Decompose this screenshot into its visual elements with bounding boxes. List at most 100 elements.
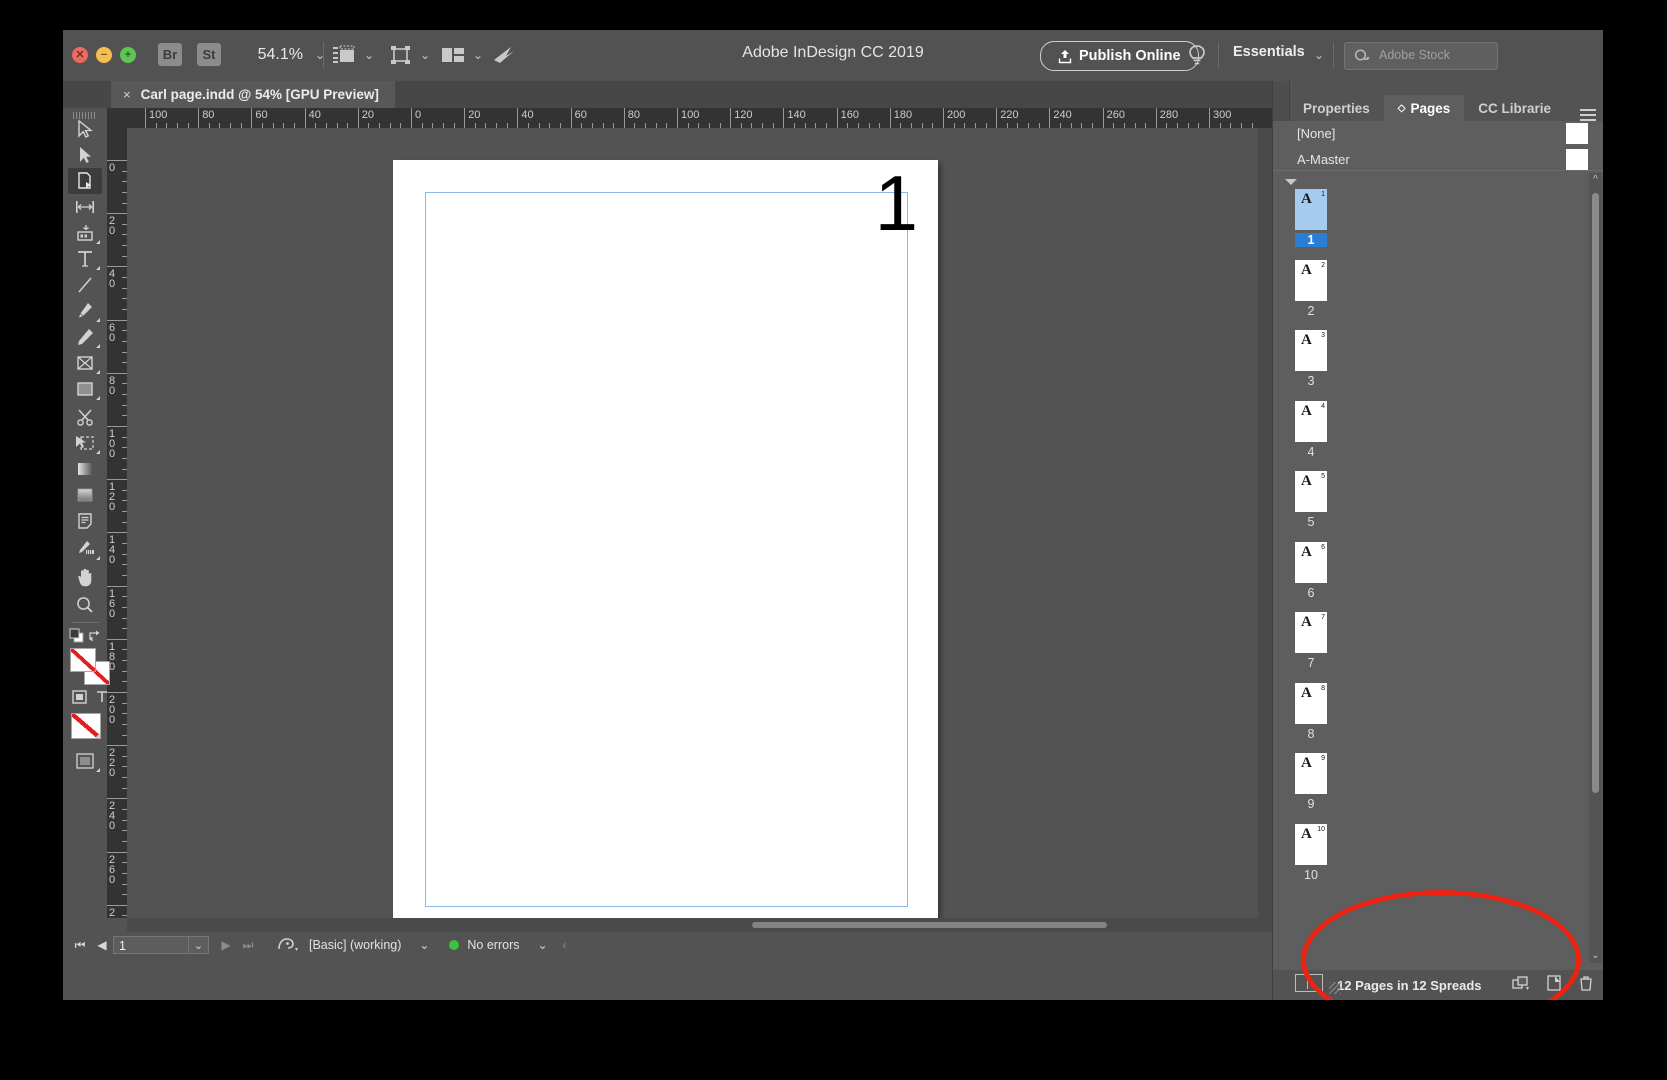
master-item-none[interactable]: [None] bbox=[1273, 121, 1603, 146]
first-page-button[interactable]: ⏮ bbox=[69, 938, 91, 953]
workspace-selector[interactable]: Essentials bbox=[1233, 44, 1305, 60]
tab-properties[interactable]: Properties bbox=[1289, 95, 1384, 121]
apply-none-swatch[interactable] bbox=[71, 713, 101, 739]
ruler-tick-label: 20 bbox=[468, 109, 480, 121]
scroll-up-icon[interactable]: ^ bbox=[1589, 173, 1602, 187]
page-thumbnail[interactable]: A7 bbox=[1295, 612, 1327, 653]
adobe-stock-search[interactable]: Adobe Stock bbox=[1344, 42, 1498, 70]
last-page-button[interactable]: ⏭ bbox=[237, 938, 259, 953]
page-list-item[interactable]: A5 bbox=[1295, 471, 1327, 512]
fill-swatch[interactable] bbox=[70, 648, 96, 672]
document-tab[interactable]: × Carl page.indd @ 54% [GPU Preview] bbox=[111, 81, 395, 108]
page-number-label[interactable]: 7 bbox=[1295, 656, 1327, 670]
zoom-tool[interactable] bbox=[68, 592, 102, 618]
page-list-item[interactable]: A9 bbox=[1295, 753, 1327, 794]
type-tool[interactable] bbox=[68, 246, 102, 272]
page-list-item[interactable]: A10 bbox=[1295, 824, 1327, 865]
workspace-chevron-down-icon[interactable]: ⌄ bbox=[1310, 44, 1328, 66]
next-page-button[interactable]: ▶ bbox=[215, 938, 237, 952]
page-tool[interactable] bbox=[68, 168, 102, 194]
hand-tool[interactable] bbox=[68, 564, 102, 590]
scrollbar-thumb[interactable] bbox=[1592, 193, 1599, 793]
page-list-item[interactable]: A3 bbox=[1295, 330, 1327, 371]
canvas-horizontal-scrollbar[interactable] bbox=[127, 918, 1272, 932]
page-thumbnail[interactable]: A1 bbox=[1295, 189, 1327, 230]
page-number-label[interactable]: 8 bbox=[1295, 727, 1327, 741]
tab-cc-libraries[interactable]: CC Librarie bbox=[1464, 95, 1565, 121]
line-tool[interactable] bbox=[68, 272, 102, 298]
preflight-profile-label[interactable]: [Basic] (working) bbox=[309, 938, 401, 952]
page-number-chevron-down-icon[interactable]: ⌄ bbox=[189, 936, 209, 954]
page-thumbnail[interactable]: A2 bbox=[1295, 260, 1327, 301]
preflight-profile-icon[interactable] bbox=[275, 935, 301, 955]
formatting-affects-container-icon[interactable] bbox=[71, 689, 89, 705]
previous-page-button[interactable]: ◀ bbox=[91, 938, 113, 952]
document-page[interactable]: 1 bbox=[393, 160, 938, 918]
page-number-label[interactable]: 5 bbox=[1295, 515, 1327, 529]
page-number-label[interactable]: 2 bbox=[1295, 304, 1327, 318]
screen-mode-tool[interactable] bbox=[68, 748, 102, 774]
page-list-item[interactable]: A2 bbox=[1295, 260, 1327, 301]
fill-stroke-swatches[interactable] bbox=[70, 648, 106, 684]
page-thumbnail[interactable]: A6 bbox=[1295, 542, 1327, 583]
pages-panel-scrollbar[interactable]: ^ ⌄ bbox=[1589, 173, 1602, 963]
scrollbar-thumb[interactable] bbox=[752, 922, 1107, 928]
page-list-item[interactable]: A1 bbox=[1295, 189, 1327, 230]
frame-tool[interactable] bbox=[68, 350, 102, 376]
page-thumbnail[interactable]: A3 bbox=[1295, 330, 1327, 371]
page-thumbnail[interactable]: A10 bbox=[1295, 824, 1327, 865]
page-thumbnail[interactable]: A9 bbox=[1295, 753, 1327, 794]
scroll-down-icon[interactable]: ⌄ bbox=[1589, 949, 1602, 963]
scissors-tool[interactable] bbox=[68, 404, 102, 430]
direct-selection-tool[interactable] bbox=[68, 142, 102, 168]
content-collector-tool[interactable] bbox=[68, 220, 102, 246]
search-help-bulb-icon[interactable] bbox=[1186, 43, 1208, 69]
page-number-label[interactable]: 1 bbox=[1295, 233, 1327, 247]
horizontal-ruler[interactable]: 1008060402002040608010012014016018020022… bbox=[127, 108, 1272, 129]
gradient-feather-tool[interactable] bbox=[68, 482, 102, 508]
page-list-item[interactable]: A7 bbox=[1295, 612, 1327, 653]
vertical-ruler[interactable]: 020406080100120140160180200220240260280 bbox=[107, 128, 128, 918]
page-list-item[interactable]: A4 bbox=[1295, 401, 1327, 442]
eyedropper-tool[interactable] bbox=[68, 536, 102, 562]
master-thumbnail[interactable] bbox=[1566, 149, 1588, 170]
pencil-tool[interactable] bbox=[68, 324, 102, 350]
pages-list[interactable]: A1 1 A2 2 A3 3 A4 4 A5 5 A6 6 A7 7 A8 8 A9 9 A10 10 bbox=[1273, 171, 1603, 976]
selection-tool[interactable] bbox=[68, 116, 102, 142]
pen-tool[interactable] bbox=[68, 298, 102, 324]
spread-view-toggle-icon[interactable] bbox=[1295, 974, 1323, 992]
gradient-swatch-tool[interactable] bbox=[68, 456, 102, 482]
panel-resize-grip[interactable] bbox=[1329, 982, 1341, 994]
page-number-label[interactable]: 10 bbox=[1295, 868, 1327, 882]
default-fill-stroke-icon[interactable] bbox=[69, 628, 85, 644]
master-thumbnail[interactable] bbox=[1566, 123, 1588, 144]
publish-online-button[interactable]: Publish Online bbox=[1040, 41, 1199, 71]
gap-tool[interactable] bbox=[68, 194, 102, 220]
page-number-label[interactable]: 4 bbox=[1295, 445, 1327, 459]
delete-page-icon[interactable] bbox=[1578, 975, 1594, 991]
new-page-icon[interactable] bbox=[1546, 975, 1562, 991]
page-thumbnail[interactable]: A4 bbox=[1295, 401, 1327, 442]
page-number-label[interactable]: 9 bbox=[1295, 797, 1327, 811]
preflight-profile-chevron-down-icon[interactable]: ⌄ bbox=[413, 938, 435, 952]
swap-fill-stroke-icon[interactable] bbox=[88, 629, 102, 643]
free-transform-tool[interactable] bbox=[68, 430, 102, 456]
canvas-vertical-scrollbar[interactable] bbox=[1258, 128, 1272, 918]
master-item-a-master[interactable]: A-Master bbox=[1273, 147, 1603, 172]
page-list-item[interactable]: A8 bbox=[1295, 683, 1327, 724]
page-number-label[interactable]: 3 bbox=[1295, 374, 1327, 388]
edit-page-size-icon[interactable] bbox=[1512, 975, 1530, 991]
rectangle-tool[interactable] bbox=[68, 376, 102, 402]
status-bar-collapse-icon[interactable]: ‹ bbox=[553, 938, 575, 952]
page-number-input[interactable]: 1 bbox=[113, 936, 189, 954]
page-thumbnail[interactable]: A5 bbox=[1295, 471, 1327, 512]
tab-pages[interactable]: ◇ Pages bbox=[1384, 95, 1464, 121]
page-number-label[interactable]: 6 bbox=[1295, 586, 1327, 600]
page-list-item[interactable]: A6 bbox=[1295, 542, 1327, 583]
page-thumbnail[interactable]: A8 bbox=[1295, 683, 1327, 724]
ruler-origin-corner[interactable] bbox=[107, 108, 128, 129]
close-icon[interactable]: × bbox=[123, 87, 131, 102]
note-tool[interactable] bbox=[68, 508, 102, 534]
preflight-status-chevron-down-icon[interactable]: ⌄ bbox=[531, 938, 553, 952]
document-canvas[interactable]: 1 bbox=[127, 128, 1272, 918]
